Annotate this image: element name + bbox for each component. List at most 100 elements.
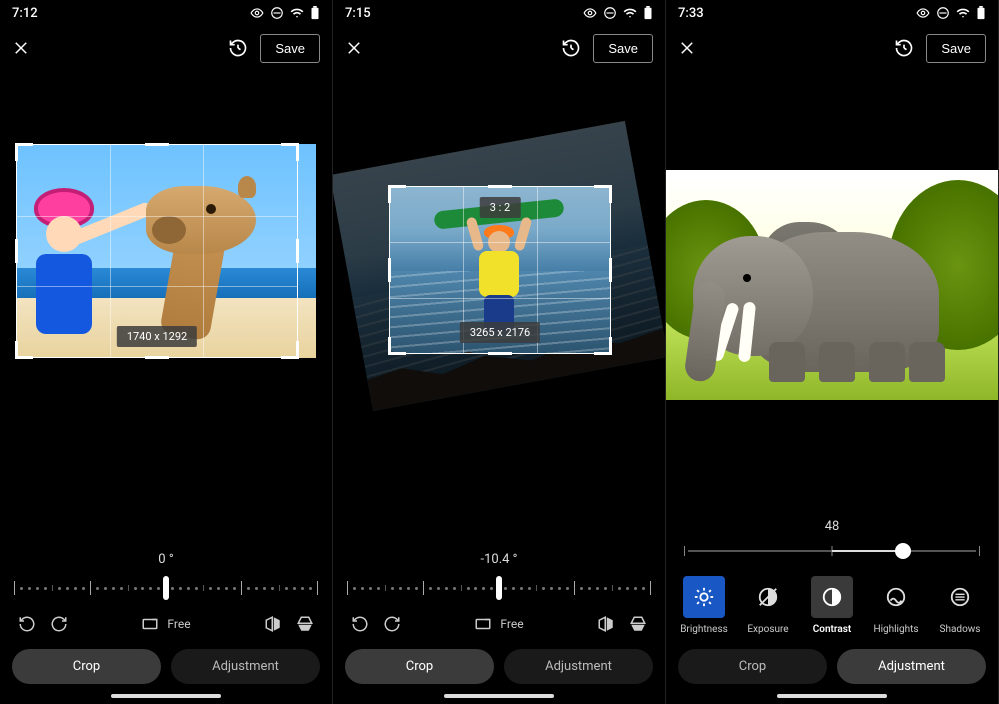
adjust-highlights[interactable]: Highlights <box>866 576 926 635</box>
tab-crop[interactable]: Crop <box>12 649 161 684</box>
flip-h-icon <box>597 615 615 633</box>
close-icon <box>12 39 30 57</box>
adjust-exposure[interactable]: Exposure <box>738 576 798 635</box>
close-button[interactable] <box>345 39 363 57</box>
adjustment-slider[interactable] <box>684 540 980 562</box>
flip-vertical-button[interactable] <box>629 615 647 633</box>
battery-icon <box>310 6 320 20</box>
eye-icon <box>583 6 597 20</box>
rotation-control: 0 ° <box>0 552 332 609</box>
undo-history-button[interactable] <box>561 38 581 58</box>
adjust-label: Highlights <box>873 624 918 635</box>
save-button[interactable]: Save <box>260 34 320 63</box>
status-time: 7:33 <box>678 6 704 21</box>
contrast-icon <box>821 586 843 608</box>
screen-crop-rotated: 7:15 Save <box>333 0 666 704</box>
adjust-shadows[interactable]: Shadows <box>930 576 990 635</box>
battery-icon <box>643 6 653 20</box>
mode-tabs: Crop Adjustment <box>666 643 998 692</box>
aspect-ratio-button[interactable]: Free <box>474 615 523 633</box>
wifi-icon <box>623 6 637 20</box>
aspect-icon <box>141 615 159 633</box>
mode-tabs: Crop Adjustment <box>0 643 332 692</box>
close-icon <box>345 39 363 57</box>
dnd-icon <box>936 6 950 20</box>
status-time: 7:15 <box>345 6 371 21</box>
rotation-control: -10.4 ° <box>333 552 665 609</box>
edit-canvas[interactable]: 1740 x 1292 <box>0 70 332 552</box>
adjust-contrast[interactable]: Contrast <box>802 576 862 635</box>
app-bar: Save <box>333 26 665 70</box>
photo-preview <box>666 170 998 400</box>
wifi-icon <box>290 6 304 20</box>
rotation-thumb[interactable] <box>496 576 502 600</box>
home-indicator[interactable] <box>777 694 887 698</box>
adjust-label: Contrast <box>813 624 851 635</box>
highlights-icon <box>885 586 907 608</box>
close-icon <box>678 39 696 57</box>
flip-v-icon <box>296 615 314 633</box>
history-icon <box>228 38 248 58</box>
tab-crop[interactable]: Crop <box>345 649 494 684</box>
flip-horizontal-button[interactable] <box>264 615 282 633</box>
tab-adjustment[interactable]: Adjustment <box>837 649 986 684</box>
rotation-value: 0 ° <box>0 552 332 567</box>
status-icons <box>916 6 986 20</box>
tab-crop[interactable]: Crop <box>678 649 827 684</box>
flip-v-icon <box>629 615 647 633</box>
status-time: 7:12 <box>12 6 38 21</box>
rotate-ccw-button[interactable] <box>351 615 369 633</box>
screen-crop-free: 7:12 Save <box>0 0 333 704</box>
dnd-icon <box>603 6 617 20</box>
history-icon <box>561 38 581 58</box>
adjust-brightness[interactable]: Brightness <box>674 576 734 635</box>
rotation-value: -10.4 ° <box>333 552 665 567</box>
status-bar: 7:12 <box>0 0 332 26</box>
wifi-icon <box>956 6 970 20</box>
rotate-ccw-icon <box>351 615 369 633</box>
dnd-icon <box>270 6 284 20</box>
rotate-ccw-button[interactable] <box>18 615 36 633</box>
shadows-icon <box>949 586 971 608</box>
rotate-cw-icon <box>50 615 68 633</box>
close-button[interactable] <box>12 39 30 57</box>
crop-tool-row: Free <box>333 609 665 643</box>
home-indicator[interactable] <box>111 694 221 698</box>
home-indicator[interactable] <box>444 694 554 698</box>
aspect-ratio-button[interactable]: Free <box>141 615 190 633</box>
photo-preview <box>389 186 611 354</box>
crop-tool-row: Free <box>0 609 332 643</box>
eye-icon <box>916 6 930 20</box>
close-button[interactable] <box>678 39 696 57</box>
rotate-cw-button[interactable] <box>50 615 68 633</box>
save-button[interactable]: Save <box>593 34 653 63</box>
flip-h-icon <box>264 615 282 633</box>
save-button[interactable]: Save <box>926 34 986 63</box>
app-bar: Save <box>666 26 998 70</box>
rotation-ruler[interactable] <box>14 573 318 603</box>
flip-vertical-button[interactable] <box>296 615 314 633</box>
rotation-ruler[interactable] <box>347 573 651 603</box>
undo-history-button[interactable] <box>228 38 248 58</box>
edit-canvas[interactable]: 3 : 2 3265 x 2176 <box>333 70 665 552</box>
photo-preview <box>16 144 316 358</box>
adjust-label: Brightness <box>680 624 728 635</box>
tab-adjustment[interactable]: Adjustment <box>504 649 653 684</box>
adjustment-control: 48 <box>666 519 998 572</box>
adjustment-value: 48 <box>666 519 998 534</box>
rotation-thumb[interactable] <box>163 576 169 600</box>
tab-adjustment[interactable]: Adjustment <box>171 649 320 684</box>
aspect-label: Free <box>500 617 523 631</box>
adjustment-items: Brightness Exposure Contrast Highlights … <box>666 572 998 643</box>
rotate-cw-button[interactable] <box>383 615 401 633</box>
undo-history-button[interactable] <box>894 38 914 58</box>
flip-horizontal-button[interactable] <box>597 615 615 633</box>
aspect-icon <box>474 615 492 633</box>
slider-thumb[interactable] <box>895 543 911 559</box>
adjust-label: Exposure <box>747 624 788 635</box>
adjust-label: Shadows <box>940 624 981 635</box>
exposure-icon <box>757 586 779 608</box>
brightness-icon <box>693 586 715 608</box>
edit-canvas[interactable] <box>666 70 998 519</box>
aspect-label: Free <box>167 617 190 631</box>
